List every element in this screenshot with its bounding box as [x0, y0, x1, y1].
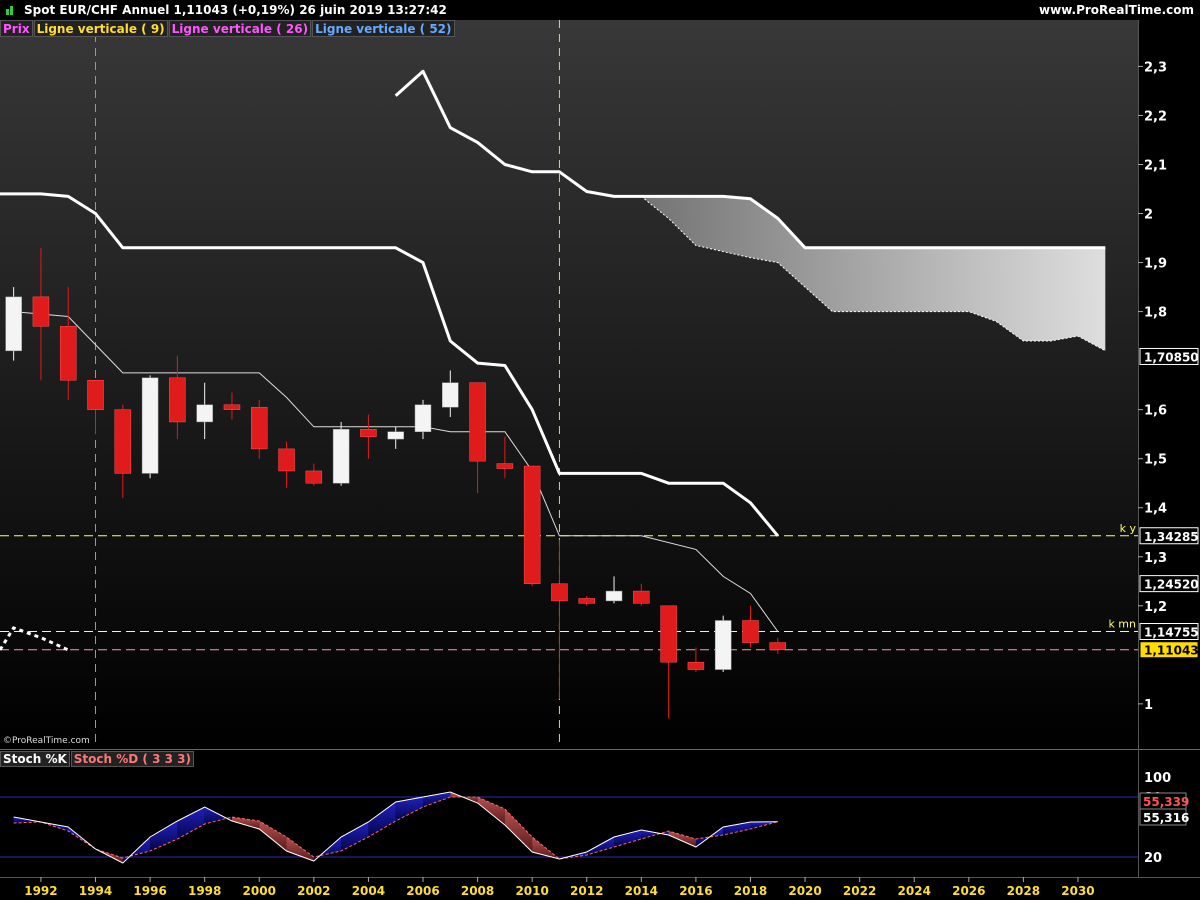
title-bar: Spot EUR/CHF Annuel 1,11043 (+0,19%) 26 …: [0, 0, 1200, 20]
candle-body-2012: [578, 598, 595, 604]
candle-body-2013: [605, 590, 623, 602]
price-label-text-0: 1,70850: [1144, 350, 1199, 364]
stochastic-legend: Stoch %K Stoch %D ( 3 3 3): [0, 751, 195, 767]
candle-body-2014: [633, 590, 650, 604]
price-tick-label-9: 1,3: [1144, 551, 1167, 566]
price-tick-label-6: 1,6: [1144, 404, 1167, 419]
candle-body-1999: [223, 404, 241, 410]
price-tick-label-2: 2,1: [1144, 158, 1167, 173]
candle-body-1998: [196, 404, 213, 423]
instrument-title: Spot EUR/CHF Annuel 1,11043 (+0,19%) 26 …: [24, 3, 447, 17]
time-tick-label-3: 1998: [188, 884, 221, 898]
candle-body-2000: [251, 406, 268, 450]
candle-body-2007: [442, 382, 459, 408]
stoch-tick-label-0: 100: [1144, 771, 1171, 786]
time-tick-label-1: 1994: [79, 884, 112, 898]
price-tick-label-0: 2,3: [1144, 60, 1167, 75]
price-tick-label-8: 1,4: [1144, 502, 1167, 517]
legend-item-3[interactable]: Ligne verticale ( 52): [312, 20, 455, 37]
time-tick-label-19: 2030: [1061, 884, 1094, 898]
candle-body-2019: [769, 642, 787, 650]
candle-body-1997: [169, 377, 186, 423]
candle-body-1996: [141, 377, 159, 474]
time-tick-label-11: 2014: [625, 884, 658, 898]
candle-body-1994: [87, 379, 104, 410]
candle-body-2011: [551, 583, 568, 602]
time-tick-label-12: 2016: [679, 884, 712, 898]
candle-body-2005: [387, 431, 404, 440]
candle-body-2003: [332, 429, 350, 484]
candle-body-2004: [360, 429, 377, 437]
stoch-value-text-1: 55,316: [1143, 811, 1189, 825]
candle-body-2008: [469, 382, 486, 462]
time-tick-label-17: 2026: [952, 884, 985, 898]
price-label-text-3: 1,14755: [1144, 626, 1199, 640]
price-tick-label-4: 1,9: [1144, 257, 1167, 272]
candle-body-1992: [32, 296, 50, 327]
candle-body-1995: [114, 409, 132, 474]
price-tick-label-11: 1: [1144, 698, 1153, 713]
time-tick-label-15: 2022: [843, 884, 876, 898]
candle-body-2001: [278, 448, 295, 472]
chart-bars-icon: [6, 6, 13, 15]
stoch-tick-label-2: 20: [1144, 851, 1162, 866]
time-tick-label-0: 1992: [24, 884, 57, 898]
stoch-value-text-0: 55,339: [1143, 795, 1189, 809]
candle-body-2015: [660, 605, 677, 663]
time-tick-label-6: 2004: [352, 884, 385, 898]
candle-body-2010: [523, 465, 541, 584]
candle-body-2006: [414, 404, 432, 432]
stoch-panel-background: [0, 751, 1138, 877]
price-label-text-4: 1,11043: [1144, 644, 1199, 658]
candle-body-1991: [5, 296, 22, 352]
candle-body-1993: [59, 326, 77, 381]
stoch-legend-item-1[interactable]: Stoch %D ( 3 3 3): [70, 751, 194, 767]
time-tick-label-10: 2012: [570, 884, 603, 898]
price-tick-label-1: 2,2: [1144, 109, 1167, 124]
time-tick-label-2: 1996: [133, 884, 166, 898]
time-tick-label-9: 2010: [515, 884, 548, 898]
level-label-1: k mn: [1108, 618, 1136, 631]
price-tick-label-5: 1,8: [1144, 306, 1167, 321]
time-axis: 1992 1994 1996 1998 2000 2002 2004 2006 2008 2010…: [24, 877, 1095, 898]
time-tick-label-18: 2028: [1007, 884, 1040, 898]
time-tick-label-14: 2020: [788, 884, 821, 898]
time-tick-label-7: 2006: [406, 884, 439, 898]
time-tick-label-16: 2024: [898, 884, 931, 898]
price-tick-label-10: 1,2: [1144, 600, 1167, 615]
level-label-0: k y: [1120, 522, 1137, 535]
watermark: ©ProRealTime.com: [3, 736, 90, 746]
price-label-text-1: 1,34285: [1144, 530, 1199, 544]
candle-body-2002: [305, 470, 323, 484]
price-tick-label-7: 1,5: [1144, 453, 1167, 468]
time-tick-label-8: 2008: [461, 884, 494, 898]
site-url[interactable]: www.ProRealTime.com: [1039, 0, 1194, 20]
legend-item-1[interactable]: Ligne verticale ( 9): [33, 20, 168, 37]
stoch-legend-item-0[interactable]: Stoch %K: [0, 751, 70, 767]
stochastic-axis: 100802055,33955,316: [1139, 771, 1189, 866]
price-axis: 2,3 2,2 2,1 2 1,9 1,8 1,6 1,5 1,4 1,3 1,2 1 1,70850 1…: [1138, 60, 1199, 713]
price-label-text-2: 1,24520: [1144, 578, 1199, 592]
time-tick-label-13: 2018: [734, 884, 767, 898]
candle-body-2017: [714, 620, 732, 670]
candle-body-2016: [687, 661, 705, 670]
candle-body-2018: [742, 620, 759, 643]
legend-item-0[interactable]: Prix: [0, 20, 33, 37]
candle-body-2009: [496, 463, 514, 469]
price-tick-label-3: 2: [1144, 208, 1153, 223]
time-tick-label-5: 2002: [297, 884, 330, 898]
legend-item-2[interactable]: Ligne verticale ( 26): [168, 20, 312, 37]
time-tick-label-4: 2000: [243, 884, 276, 898]
price-legend: Prix Ligne verticale ( 9) Ligne verticale …: [0, 20, 456, 37]
